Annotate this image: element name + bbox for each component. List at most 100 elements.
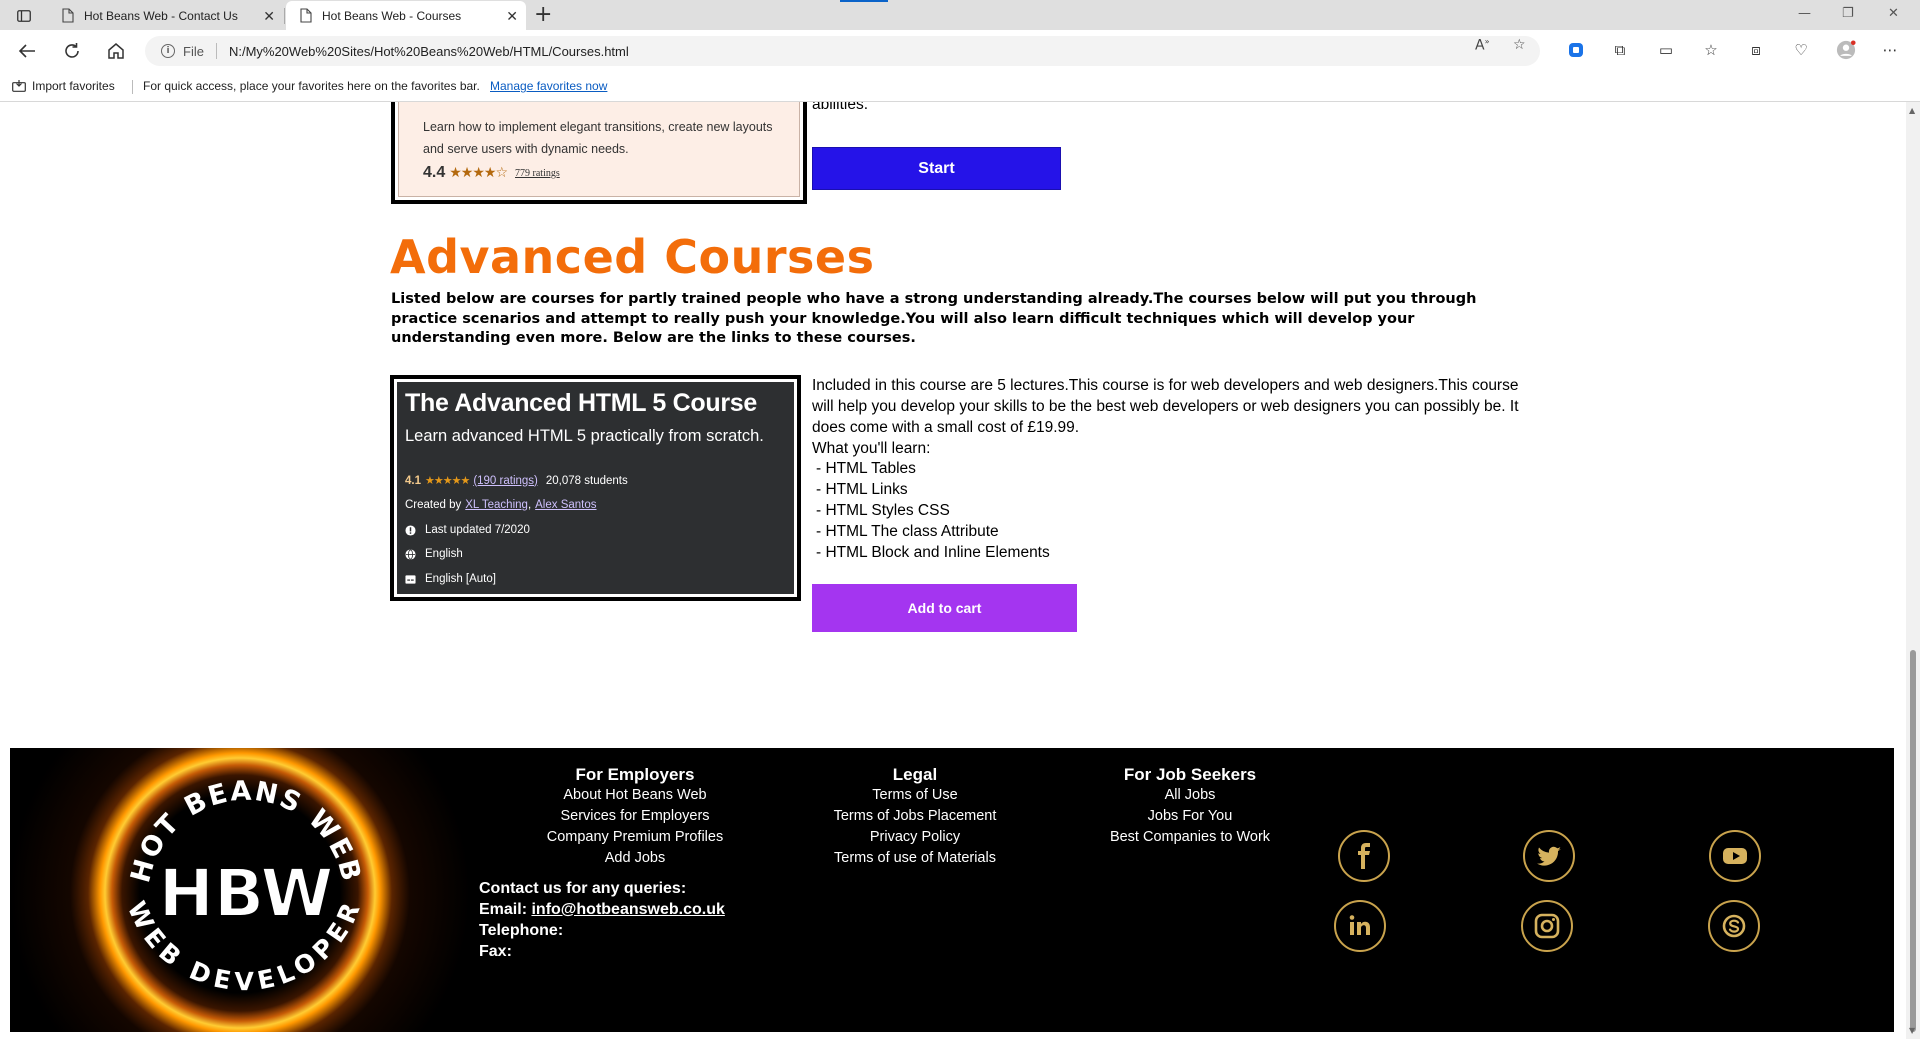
page-icon — [300, 8, 312, 23]
home-icon[interactable] — [105, 40, 127, 62]
advanced-course-card[interactable]: The Advanced HTML 5 Course Learn advance… — [390, 375, 801, 601]
favorites-icon[interactable]: ☆ — [1701, 40, 1721, 60]
close-icon[interactable]: ✕ — [263, 8, 275, 25]
rating-value: 4.1 — [405, 474, 421, 487]
hot-beans-web-logo[interactable]: HOT BEANS WEB WEB DEVELOPER HBW — [10, 748, 480, 1032]
back-icon[interactable] — [16, 40, 38, 62]
footer-link[interactable]: Add Jobs — [530, 848, 740, 869]
footer-link[interactable]: Best Companies to Work — [1085, 827, 1295, 848]
linkedin-icon[interactable] — [1334, 900, 1386, 952]
address-bar[interactable]: i File N:/My%20Web%20Sites/Hot%20Beans%2… — [145, 36, 1540, 66]
import-favorites-label: Import favorites — [32, 79, 115, 93]
favorites-hint: For quick access, place your favorites h… — [143, 79, 480, 93]
footer-link[interactable]: Services for Employers — [530, 806, 740, 827]
scroll-up-icon[interactable]: ▲ — [1909, 106, 1915, 115]
course-rating-row: 4.1 ★★★★★ (190 ratings) 20,078 students — [405, 474, 628, 488]
course-description: Included in this course are 5 lectures.T… — [812, 375, 1524, 459]
course-description-text: Included in this course are 5 lectures.T… — [812, 377, 1519, 436]
facebook-icon[interactable] — [1338, 830, 1390, 882]
tab-bar: Hot Beans Web - Contact Us ✕ Hot Beans W… — [0, 0, 1920, 30]
info-icon[interactable]: i — [161, 44, 175, 58]
fax-label: Fax: — [479, 943, 512, 960]
twitter-icon[interactable] — [1523, 830, 1575, 882]
learn-list: - HTML Tables - HTML Links - HTML Styles… — [816, 458, 1050, 563]
footer-link[interactable]: Terms of use of Materials — [810, 848, 1020, 869]
author-separator: , — [527, 499, 532, 511]
loading-indicator — [840, 0, 888, 2]
course-title: The Advanced HTML 5 Course — [405, 389, 757, 417]
minimize-icon[interactable]: — — [1798, 6, 1811, 21]
collections-icon[interactable]: ⧈ — [1746, 40, 1766, 60]
footer-link[interactable]: Terms of Jobs Placement — [810, 806, 1020, 827]
import-favorites[interactable]: Import favorites — [12, 79, 115, 93]
section-intro: Listed below are courses for partly trai… — [391, 291, 1477, 346]
start-button[interactable]: Start — [812, 147, 1061, 190]
author-link[interactable]: XL Teaching — [465, 499, 528, 511]
language-row: English — [405, 548, 463, 560]
tab-divider — [284, 8, 285, 24]
prev-course-card-body: Learn how to implement elegant transitio… — [398, 102, 800, 197]
add-to-cart-button[interactable]: Add to cart — [812, 584, 1077, 632]
footer-employers: For Employers About Hot Beans Web Servic… — [530, 764, 740, 869]
created-by-label: Created by — [405, 499, 462, 511]
contact-heading: Contact us for any queries: — [479, 880, 687, 897]
ratings-count-link[interactable]: (190 ratings) — [473, 475, 538, 487]
author-link[interactable]: Alex Santos — [535, 499, 596, 511]
skype-icon[interactable] — [1708, 900, 1760, 952]
email-label: Email: — [479, 901, 528, 918]
footer-link[interactable]: Terms of Use — [810, 785, 1020, 806]
email-link[interactable]: info@hotbeansweb.co.uk — [531, 901, 724, 918]
last-updated: Last updated 7/2020 — [425, 524, 530, 536]
last-updated-row: Last updated 7/2020 — [405, 524, 530, 536]
tab-courses[interactable]: Hot Beans Web - Courses ✕ — [286, 1, 526, 30]
footer-link[interactable]: Company Premium Profiles — [530, 827, 740, 848]
scrollbar-thumb[interactable] — [1910, 650, 1916, 1032]
course-subtitle: Learn advanced HTML 5 practically from s… — [405, 427, 764, 445]
manage-favorites-link[interactable]: Manage favorites now — [490, 79, 607, 93]
tab-contact-us[interactable]: Hot Beans Web - Contact Us ✕ — [48, 1, 283, 30]
youtube-icon[interactable] — [1709, 830, 1761, 882]
instagram-icon[interactable] — [1521, 900, 1573, 952]
favorites-bar: Import favorites For quick access, place… — [0, 72, 1920, 102]
tab-actions-icon[interactable] — [10, 6, 38, 26]
course-authors-row: Created by XL Teaching, Alex Santos — [405, 499, 597, 511]
contact-block: Contact us for any queries: Email: info@… — [479, 878, 725, 962]
new-tab-icon[interactable]: + — [534, 4, 552, 26]
extensions-puzzle-icon[interactable]: ⧉ — [1610, 40, 1630, 60]
extension-icon[interactable] — [1566, 40, 1586, 60]
footer-link[interactable]: Jobs For You — [1085, 806, 1295, 827]
footer-heading: For Job Seekers — [1123, 765, 1257, 784]
scroll-down-icon[interactable]: ▼ — [1909, 1026, 1915, 1035]
cast-icon[interactable]: ▭ — [1656, 40, 1676, 60]
contact-email-row: Email: info@hotbeansweb.co.uk — [479, 899, 725, 920]
site-footer: HOT BEANS WEB WEB DEVELOPER HBW For Empl… — [10, 748, 1894, 1032]
window-close-icon[interactable]: ✕ — [1888, 6, 1899, 21]
close-icon[interactable]: ✕ — [506, 8, 518, 25]
ratings-count-link[interactable]: 779 ratings — [515, 168, 560, 179]
refresh-icon[interactable] — [61, 40, 83, 62]
favorite-star-icon[interactable]: ☆ — [1513, 37, 1526, 53]
url-text[interactable]: N:/My%20Web%20Sites/Hot%20Beans%20Web/HT… — [229, 44, 629, 59]
footer-job-seekers: For Job Seekers All Jobs Jobs For You Be… — [1085, 764, 1295, 848]
prev-course-card[interactable]: Learn how to implement elegant transitio… — [391, 102, 807, 204]
footer-link[interactable]: About Hot Beans Web — [530, 785, 740, 806]
section-title: Advanced Courses — [390, 230, 875, 284]
more-menu-icon[interactable]: ⋯ — [1880, 40, 1900, 60]
footer-heading: Legal — [892, 765, 938, 784]
browser-essentials-icon[interactable]: ♡ — [1791, 40, 1811, 60]
footer-link[interactable]: All Jobs — [1085, 785, 1295, 806]
favorites-divider — [132, 80, 133, 94]
tab-title: Hot Beans Web - Contact Us — [84, 8, 238, 23]
profile-avatar[interactable] — [1836, 40, 1856, 60]
read-aloud-icon[interactable]: A» — [1475, 37, 1489, 54]
telephone-label: Telephone: — [479, 922, 564, 939]
list-item: - HTML Block and Inline Elements — [816, 544, 1050, 561]
address-divider — [215, 43, 217, 59]
footer-link[interactable]: Privacy Policy — [810, 827, 1020, 848]
svg-text:HBW: HBW — [159, 855, 334, 932]
url-scheme: File — [183, 43, 204, 59]
rating-value: 4.4 — [423, 164, 446, 181]
page-scrollbar[interactable]: ▲ ▼ — [1906, 102, 1920, 1039]
prev-course-description: Learn how to implement elegant transitio… — [423, 120, 773, 156]
restore-icon[interactable]: ❐ — [1842, 6, 1854, 21]
